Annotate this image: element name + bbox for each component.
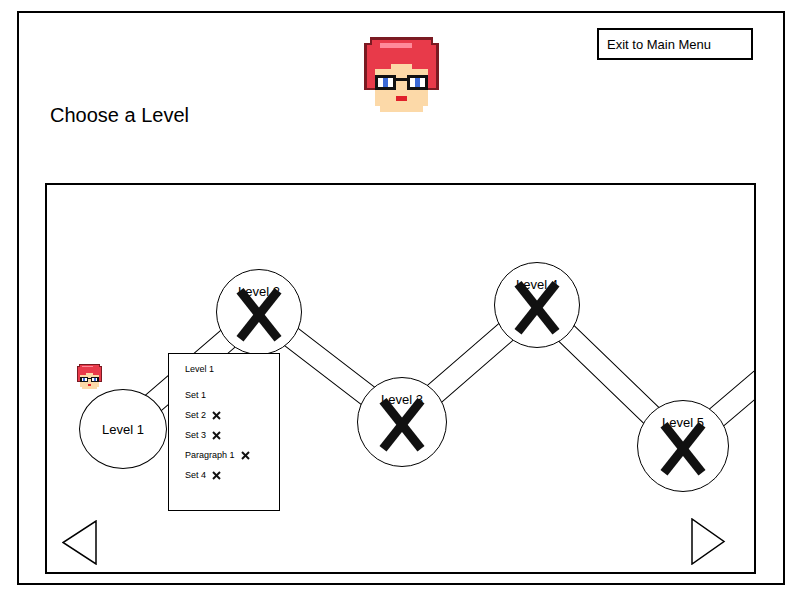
nav-bar <box>47 518 754 572</box>
level-node[interactable]: Level 4 <box>494 262 580 348</box>
locked-x-icon <box>514 280 560 336</box>
menu-item-label: Set 4 <box>185 469 206 482</box>
level-node[interactable]: Level 3 <box>357 377 447 467</box>
level-node[interactable]: Level 1 <box>79 389 167 469</box>
left-arrow-icon <box>62 520 98 565</box>
level-menu: Level 1 Set 1 Set 2 Set 3 Paragraph 1 Se… <box>168 353 280 511</box>
level-node[interactable]: Level 2 <box>216 269 302 355</box>
previous-button[interactable] <box>62 520 98 565</box>
menu-item-label: Set 3 <box>185 429 206 442</box>
locked-x-icon <box>660 421 706 477</box>
next-button[interactable] <box>690 518 726 565</box>
screen-title: Choose a Level <box>50 103 359 127</box>
menu-item-label: Set 2 <box>185 409 206 422</box>
locked-x-icon <box>212 471 221 480</box>
header: Choose a Level Exit to Main Menu <box>19 13 783 183</box>
locked-x-icon <box>212 411 221 420</box>
menu-item[interactable]: Set 4 <box>185 469 271 482</box>
level-select-screen: Choose a Level Exit to Main Menu Level 1… <box>17 11 785 585</box>
player-marker-icon <box>74 362 105 391</box>
menu-item[interactable]: Paragraph 1 <box>185 449 271 462</box>
locked-x-icon <box>241 451 250 460</box>
menu-item[interactable]: Set 2 <box>185 409 271 422</box>
right-arrow-icon <box>690 518 726 565</box>
level-node[interactable]: Level 5 <box>637 400 729 492</box>
level-map: Level 1 Level 2 Level 3 Level 4 Level 5 … <box>45 183 756 574</box>
menu-item-label: Paragraph 1 <box>185 449 235 462</box>
level-label: Level 1 <box>102 422 144 437</box>
locked-x-icon <box>212 431 221 440</box>
menu-item[interactable]: Set 3 <box>185 429 271 442</box>
menu-item[interactable]: Set 1 <box>185 389 271 402</box>
player-avatar-icon <box>359 32 444 117</box>
menu-title: Level 1 <box>185 363 271 376</box>
locked-x-icon <box>236 287 282 343</box>
locked-x-icon <box>379 397 425 453</box>
exit-button[interactable]: Exit to Main Menu <box>597 28 753 60</box>
menu-item-label: Set 1 <box>185 389 206 402</box>
